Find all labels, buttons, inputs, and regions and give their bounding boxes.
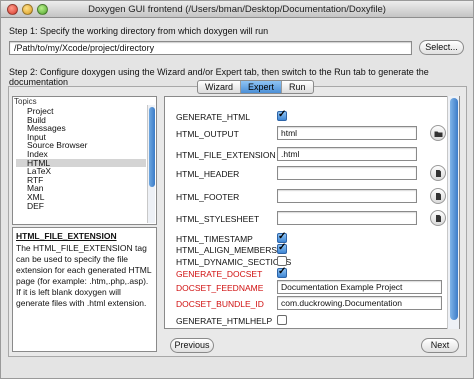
generate-html-checkbox[interactable] [277, 109, 287, 121]
setting-label-generate-docset: GENERATE_DOCSET [176, 269, 263, 279]
settings-scroll-thumb[interactable] [450, 98, 458, 320]
setting-label-generate-htmlhelp: GENERATE_HTMLHELP [176, 316, 273, 326]
topics-scroll-thumb[interactable] [149, 107, 155, 187]
file-icon[interactable] [430, 165, 446, 181]
setting-label-html-header: HTML_HEADER [176, 169, 240, 179]
select-directory-button[interactable]: Select... [419, 40, 464, 55]
next-button[interactable]: Next [421, 338, 459, 353]
window-title: Doxygen GUI frontend (/Users/bman/Deskto… [88, 4, 386, 15]
topic-items: Project Build Messages Input Source Browser I… [16, 107, 146, 210]
html-output-field[interactable]: html [277, 126, 417, 140]
settings-scrollbar[interactable] [447, 96, 459, 329]
setting-label-html-dynamic-sections: HTML_DYNAMIC_SECTIONS [176, 257, 292, 267]
generate-htmlhelp-checkbox[interactable] [277, 315, 287, 325]
folder-icon[interactable] [430, 125, 446, 141]
generate-docset-checkbox[interactable] [277, 266, 287, 278]
title-bar[interactable]: Doxygen GUI frontend (/Users/bman/Deskto… [1, 1, 473, 18]
html-header-field[interactable] [277, 166, 417, 180]
html-file-extension-field[interactable]: .html [277, 147, 417, 161]
html-stylesheet-field[interactable] [277, 211, 417, 225]
setting-label-docset-bundle-id: DOCSET_BUNDLE_ID [176, 299, 264, 309]
step1-label: Step 1: Specify the working directory fr… [9, 26, 269, 36]
setting-label-docset-feedname: DOCSET_FEEDNAME [176, 283, 264, 293]
mode-tabs: Wizard Expert Run [197, 80, 314, 94]
html-align-members-checkbox[interactable] [277, 242, 287, 254]
previous-button[interactable]: Previous [170, 338, 214, 353]
file-icon[interactable] [430, 188, 446, 204]
setting-label-html-stylesheet: HTML_STYLESHEET [176, 214, 260, 224]
help-panel: HTML_FILE_EXTENSION The HTML_FILE_EXTENS… [12, 227, 157, 352]
setting-label-html-file-extension: HTML_FILE_EXTENSION [176, 150, 276, 160]
tab-expert[interactable]: Expert [241, 81, 283, 93]
help-title: HTML_FILE_EXTENSION [16, 231, 117, 241]
setting-label-html-timestamp: HTML_TIMESTAMP [176, 234, 253, 244]
tab-run[interactable]: Run [282, 81, 313, 93]
docset-feedname-field[interactable]: Documentation Example Project [277, 280, 442, 294]
help-text: The HTML_FILE_EXTENSION tag can be used … [16, 243, 152, 308]
setting-label-html-footer: HTML_FOOTER [176, 192, 240, 202]
setting-label-generate-html: GENERATE_HTML [176, 112, 250, 122]
topic-item-def[interactable]: DEF [16, 201, 146, 211]
setting-label-html-align-members: HTML_ALIGN_MEMBERS [176, 245, 278, 255]
docset-bundle-id-field[interactable]: com.duckrowing.Documentation [277, 296, 442, 310]
tab-wizard[interactable]: Wizard [198, 81, 242, 93]
html-dynamic-sections-checkbox[interactable] [277, 256, 287, 266]
file-icon[interactable] [430, 210, 446, 226]
working-directory-input[interactable]: /Path/to/my/Xcode/project/directory [9, 41, 412, 55]
topics-scrollbar[interactable] [147, 105, 155, 223]
settings-list: GENERATE_HTML HTML_OUTPUT htmlHTML_FILE_EX… [164, 96, 460, 329]
topics-header: Topics [14, 97, 37, 106]
html-footer-field[interactable] [277, 189, 417, 203]
doxygen-window: Doxygen GUI frontend (/Users/bman/Deskto… [0, 0, 474, 379]
setting-label-html-output: HTML_OUTPUT [176, 129, 239, 139]
